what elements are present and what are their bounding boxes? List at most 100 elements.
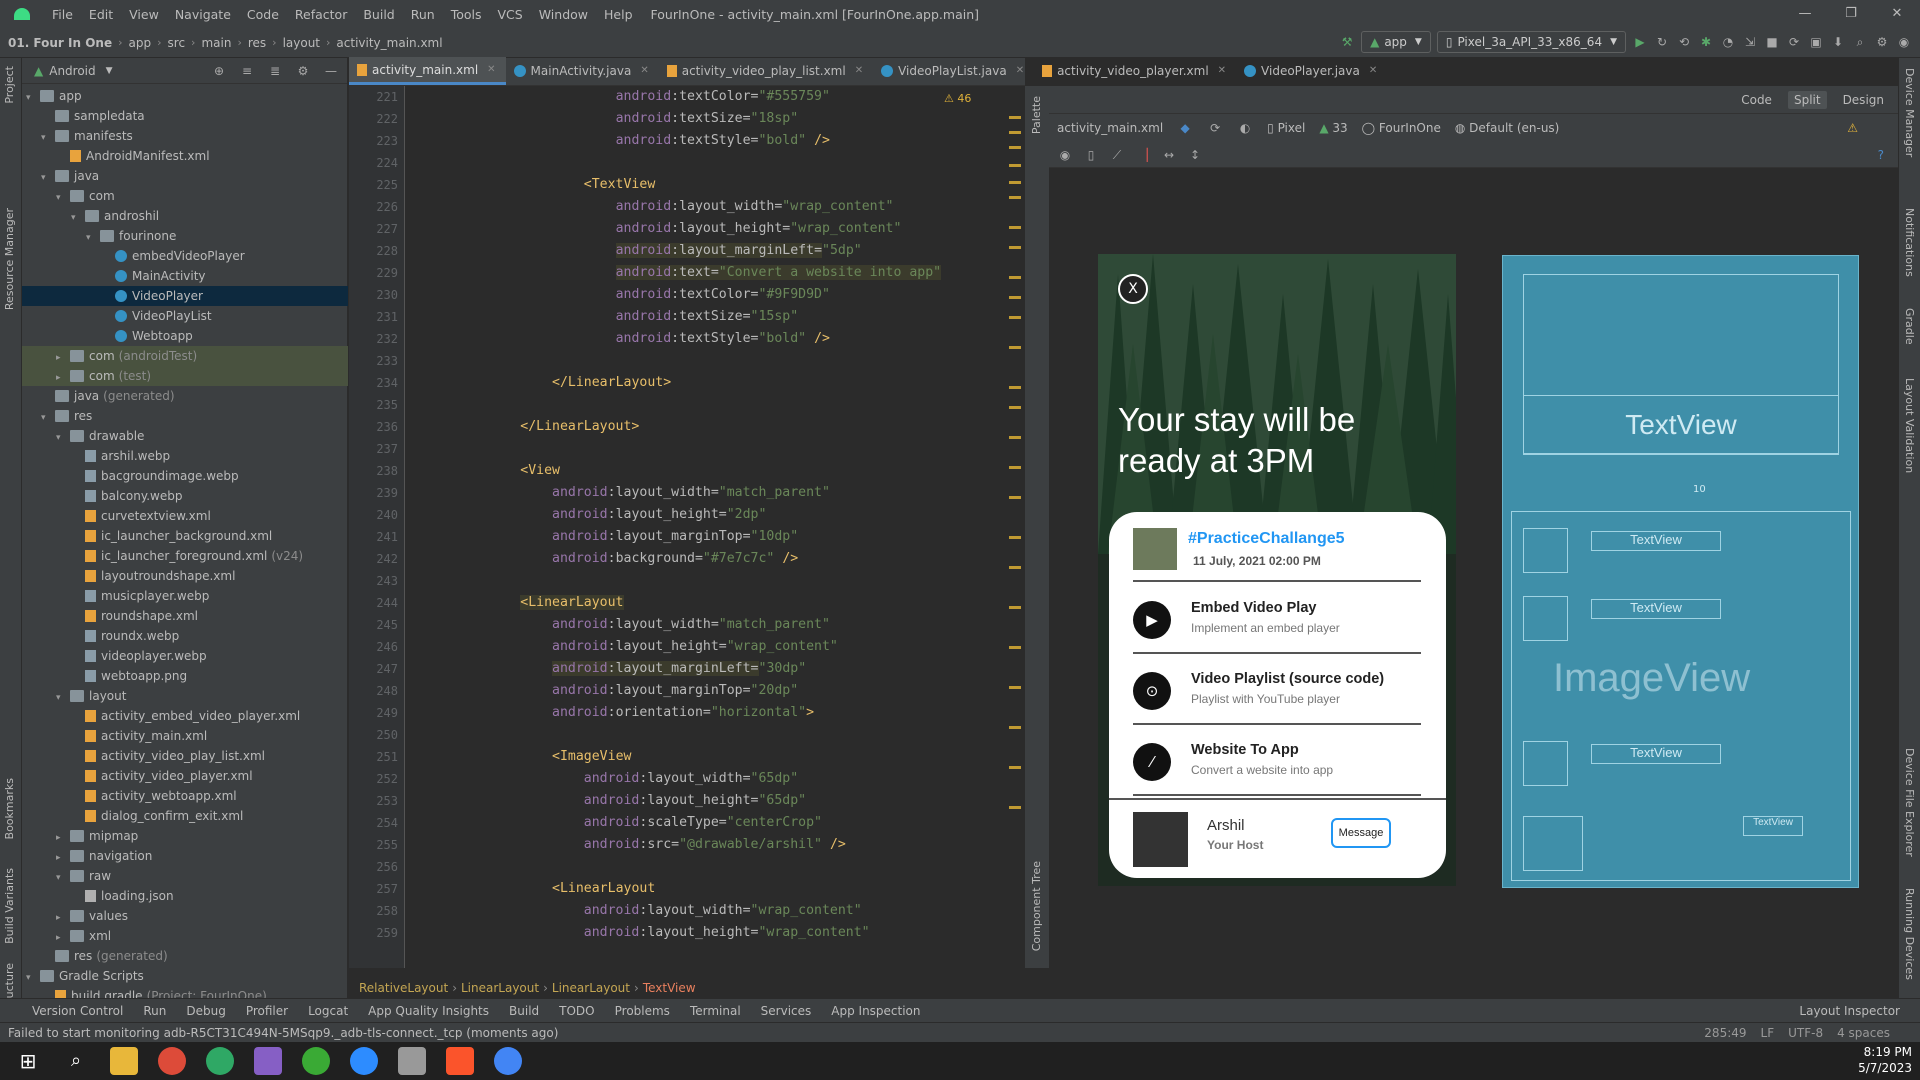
tool-window-button[interactable]: Build bbox=[509, 1004, 539, 1018]
chevron-down-icon[interactable]: ▾ bbox=[56, 868, 70, 888]
tree-item[interactable]: ▾ java bbox=[22, 166, 348, 186]
code-line[interactable]: android:layout_width="wrap_content" bbox=[425, 900, 862, 922]
close-tab-icon[interactable]: ✕ bbox=[1369, 58, 1377, 84]
chevron-down-icon[interactable]: ▾ bbox=[26, 88, 40, 108]
tree-item[interactable]: activity_webtoapp.xml bbox=[22, 786, 348, 806]
scrollbar-marker[interactable] bbox=[1009, 806, 1021, 809]
scrollbar-marker[interactable] bbox=[1009, 346, 1021, 349]
chevron-right-icon[interactable]: ▸ bbox=[56, 828, 70, 848]
windows-start-icon[interactable]: ⊞ bbox=[14, 1047, 42, 1075]
scrollbar-marker[interactable] bbox=[1009, 131, 1021, 134]
tree-item[interactable]: videoplayer.webp bbox=[22, 646, 348, 666]
close-icon[interactable]: X bbox=[1118, 274, 1148, 304]
menu-code[interactable]: Code bbox=[239, 7, 287, 22]
hammer-icon[interactable]: ⚒ bbox=[1339, 34, 1355, 50]
help-icon[interactable]: ? bbox=[1878, 148, 1884, 162]
tree-item[interactable]: activity_video_player.xml bbox=[22, 766, 348, 786]
scrollbar-marker[interactable] bbox=[1009, 766, 1021, 769]
locale-select[interactable]: ◍ Default (en-us) bbox=[1455, 121, 1560, 135]
indent-setting[interactable]: 4 spaces bbox=[1837, 1026, 1890, 1040]
margins-icon[interactable]: ▯ bbox=[1083, 147, 1099, 163]
scrollbar-marker[interactable] bbox=[1009, 316, 1021, 319]
chevron-down-icon[interactable]: ▾ bbox=[71, 208, 85, 228]
scrollbar-marker[interactable] bbox=[1009, 276, 1021, 279]
layers-icon[interactable]: ◆ bbox=[1177, 120, 1193, 136]
menu-vcs[interactable]: VCS bbox=[490, 7, 531, 22]
caret-position[interactable]: 285:49 bbox=[1704, 1026, 1746, 1040]
minimize-button[interactable]: — bbox=[1782, 0, 1828, 28]
xbox-icon[interactable] bbox=[302, 1047, 330, 1075]
tree-item[interactable]: embedVideoPlayer bbox=[22, 246, 348, 266]
close-tab-icon[interactable]: ✕ bbox=[1218, 58, 1226, 84]
list-item[interactable]: ▶ Embed Video Play Implement an embed pl… bbox=[1133, 584, 1421, 654]
sync-gradle-icon[interactable]: ⟳ bbox=[1786, 34, 1802, 50]
tree-item[interactable]: curvetextview.xml bbox=[22, 506, 348, 526]
tree-item[interactable]: Webtoapp bbox=[22, 326, 348, 346]
xml-breadcrumb-item[interactable]: LinearLayout bbox=[461, 981, 539, 995]
editor-tab[interactable]: activity_video_play_list.xml ✕ bbox=[659, 57, 873, 85]
chevron-right-icon[interactable]: ▸ bbox=[56, 368, 70, 388]
code-line[interactable]: android:orientation="horizontal"> bbox=[425, 702, 814, 724]
run-icon[interactable]: ▶ bbox=[1632, 34, 1648, 50]
code-line[interactable]: android:layout_height="wrap_content" bbox=[425, 636, 838, 658]
code-line[interactable]: </LinearLayout> bbox=[425, 372, 671, 394]
theme-select[interactable]: ◯ FourInOne bbox=[1362, 121, 1441, 135]
profile-icon[interactable]: ◔ bbox=[1720, 34, 1736, 50]
breadcrumb-item[interactable]: activity_main.xml bbox=[336, 36, 442, 50]
tree-item[interactable]: balcony.webp bbox=[22, 486, 348, 506]
chrome-icon[interactable] bbox=[158, 1047, 186, 1075]
phone-preview[interactable]: X Your stay will be ready at 3PM #Practi… bbox=[1098, 254, 1456, 886]
list-item[interactable]: ⁄ Website To App Convert a website into … bbox=[1133, 726, 1421, 796]
message-button[interactable]: Message bbox=[1331, 818, 1391, 848]
tool-window-button[interactable]: Problems bbox=[615, 1004, 670, 1018]
code-line[interactable]: android:layout_height="wrap_content" bbox=[425, 218, 902, 240]
tree-item[interactable]: ▸ navigation bbox=[22, 846, 348, 866]
scrollbar-marker[interactable] bbox=[1009, 726, 1021, 729]
tree-item[interactable]: ic_launcher_foreground.xml (v24) bbox=[22, 546, 348, 566]
code-line[interactable]: android:layout_marginLeft="5dp" bbox=[425, 240, 862, 262]
expand-horizontal-icon[interactable]: ↔ bbox=[1161, 147, 1177, 163]
menu-tools[interactable]: Tools bbox=[443, 7, 490, 22]
tree-item[interactable]: ▾ app bbox=[22, 86, 348, 106]
menu-window[interactable]: Window bbox=[531, 7, 596, 22]
menu-navigate[interactable]: Navigate bbox=[167, 7, 239, 22]
device-select-design[interactable]: ▯ Pixel bbox=[1267, 121, 1305, 135]
scrollbar-marker[interactable] bbox=[1009, 146, 1021, 149]
menu-run[interactable]: Run bbox=[403, 7, 443, 22]
expand-all-icon[interactable]: ≡ bbox=[239, 63, 255, 79]
code-line[interactable]: <LinearLayout bbox=[425, 878, 655, 900]
chevron-right-icon[interactable]: ▸ bbox=[56, 348, 70, 368]
chevron-right-icon[interactable]: ▸ bbox=[56, 928, 70, 948]
code-line[interactable]: android:layout_height="65dp" bbox=[425, 790, 806, 812]
code-line[interactable]: <TextView bbox=[425, 174, 655, 196]
tree-item[interactable]: roundshape.xml bbox=[22, 606, 348, 626]
hide-icon[interactable]: — bbox=[323, 63, 339, 79]
chevron-down-icon[interactable]: ▾ bbox=[56, 688, 70, 708]
stop-icon[interactable]: ■ bbox=[1764, 34, 1780, 50]
breadcrumb-item[interactable]: layout bbox=[283, 36, 320, 50]
breadcrumb-item[interactable]: src bbox=[168, 36, 186, 50]
tree-item[interactable]: ▾ androshil bbox=[22, 206, 348, 226]
tree-item[interactable]: ▸ com (test) bbox=[22, 366, 348, 386]
tree-item[interactable]: ▸ com (androidTest) bbox=[22, 346, 348, 366]
code-line[interactable]: </LinearLayout> bbox=[425, 416, 639, 438]
gear-icon[interactable]: ⚙ bbox=[295, 63, 311, 79]
app-icon[interactable] bbox=[398, 1047, 426, 1075]
search-icon[interactable]: ⌕ bbox=[1852, 34, 1868, 50]
system-clock[interactable]: 8:19 PM 5/7/2023 bbox=[1858, 1044, 1912, 1076]
code-mode-button[interactable]: Code bbox=[1735, 91, 1778, 109]
scrollbar-marker[interactable] bbox=[1009, 566, 1021, 569]
warning-icon[interactable]: ⚠ bbox=[1847, 121, 1858, 135]
code-line[interactable]: android:textStyle="bold" /> bbox=[425, 328, 830, 350]
project-tool-tab[interactable]: Project bbox=[3, 66, 16, 104]
scrollbar-marker[interactable] bbox=[1009, 436, 1021, 439]
menu-build[interactable]: Build bbox=[355, 7, 402, 22]
tree-item[interactable]: activity_video_play_list.xml bbox=[22, 746, 348, 766]
chevron-down-icon[interactable]: ▾ bbox=[41, 168, 55, 188]
code-line[interactable]: android:src="@drawable/arshil" /> bbox=[425, 834, 846, 856]
component-tree-tab[interactable]: Component Tree bbox=[1030, 861, 1043, 951]
restore-button[interactable]: ❐ bbox=[1828, 0, 1874, 28]
tree-item[interactable]: res (generated) bbox=[22, 946, 348, 966]
warning-indicator[interactable]: ⚠ 46 bbox=[944, 92, 971, 105]
code-line[interactable]: android:textStyle="bold" /> bbox=[425, 130, 830, 152]
